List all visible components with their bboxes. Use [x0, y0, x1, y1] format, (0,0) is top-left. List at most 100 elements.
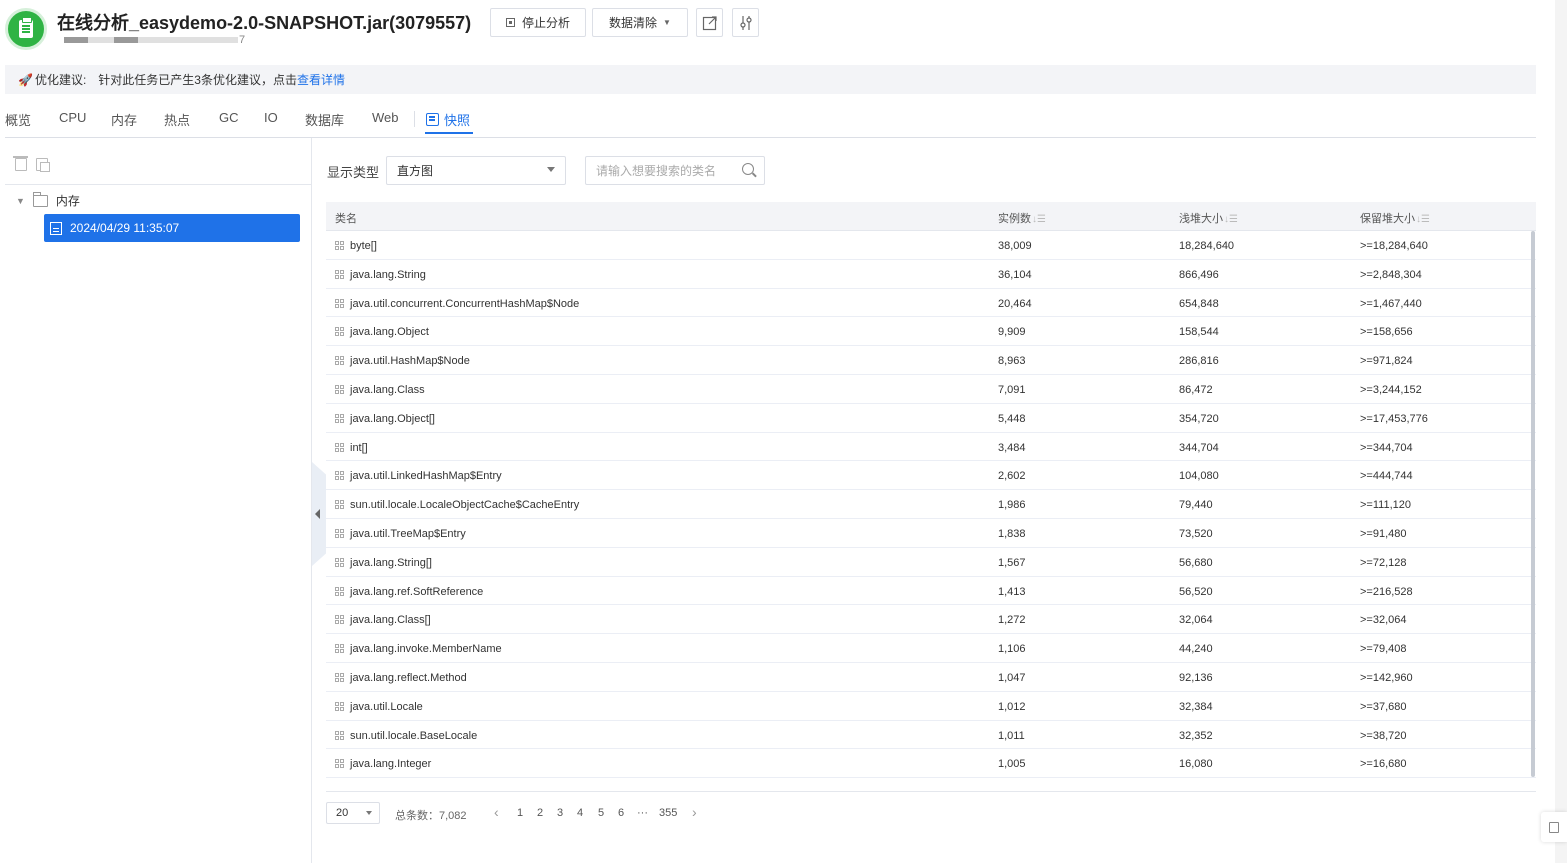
retained-heap-cell: >=18,284,640 [1360, 240, 1428, 252]
delete-icon[interactable] [13, 156, 28, 171]
table-row[interactable]: java.util.LinkedHashMap$Entry 2,602 104,08… [326, 461, 1536, 491]
table-row[interactable]: java.lang.Class[] 1,272 32,064 >=32,064 [326, 605, 1536, 635]
table-row[interactable]: java.lang.invoke.MemberName 1,106 44,240 >=… [326, 634, 1536, 663]
instances-cell: 1,838 [998, 527, 1026, 540]
class-name-cell: java.lang.invoke.MemberName [335, 643, 502, 655]
tree-node-memory[interactable]: ▼ 内存 [16, 191, 80, 209]
tab-gc[interactable]: GC [219, 110, 239, 125]
page-button[interactable]: 2 [537, 807, 543, 819]
page-ellipsis[interactable]: ··· [637, 807, 648, 819]
stop-analysis-label: 停止分析 [521, 16, 570, 30]
class-grid-icon [335, 701, 345, 712]
table-row[interactable]: java.lang.Object 9,909 158,544 >=158,656 [326, 317, 1536, 347]
table-row[interactable]: java.lang.Integer 1,005 16,080 >=16,680 [326, 749, 1536, 779]
tab-web[interactable]: Web [372, 110, 399, 125]
sort-icon[interactable]: ↓☰ [1224, 214, 1238, 225]
tab-memory[interactable]: 内存 [111, 110, 137, 129]
table-row[interactable]: java.lang.ref.SoftReference 1,413 56,520 >=… [326, 577, 1536, 606]
retained-heap-cell: >=971,824 [1360, 355, 1413, 368]
retained-heap-cell: >=111,120 [1360, 499, 1411, 512]
app-clipboard-icon [5, 8, 47, 50]
settings-button[interactable] [732, 8, 759, 37]
sort-icon[interactable]: ↓☰ [1416, 214, 1430, 225]
column-header-retained-heap[interactable]: 保留堆大小↓☰ [1360, 210, 1430, 226]
shallow-heap-cell: 354,720 [1179, 412, 1219, 425]
snapshot-tree-panel: ▼ 内存 2024/04/29 11:35:07 [0, 138, 312, 863]
page-button[interactable]: 4 [577, 807, 583, 819]
page-scrollbar[interactable] [1555, 0, 1567, 863]
next-page-icon[interactable]: › [692, 804, 697, 820]
tab-cpu[interactable]: CPU [59, 110, 86, 125]
view-details-link[interactable]: 查看详情 [297, 71, 345, 88]
table-row[interactable]: java.lang.Class 7,091 86,472 >=3,244,152 [326, 375, 1536, 404]
retained-heap-cell: >=38,720 [1360, 729, 1407, 742]
page-title: 在线分析_easydemo-2.0-SNAPSHOT.jar(3079557) [57, 13, 472, 33]
shallow-heap-cell: 344,704 [1179, 441, 1219, 454]
page-button[interactable]: 3 [557, 807, 563, 819]
table-row[interactable]: java.util.Locale 1,012 32,384 >=37,680 [326, 692, 1536, 721]
search-icon[interactable] [742, 163, 754, 175]
class-grid-icon [335, 241, 345, 251]
table-row[interactable]: java.lang.reflect.Method 1,047 92,136 >=142… [326, 663, 1536, 692]
table-row[interactable]: java.util.HashMap$Node 8,963 286,816 >=971,… [326, 346, 1536, 375]
tab-overview[interactable]: 概览 [5, 110, 31, 129]
instances-cell: 20,464 [998, 297, 1032, 310]
stop-analysis-button[interactable]: 停止分析 [490, 8, 586, 37]
class-name-cell: java.util.concurrent.ConcurrentHashMap$N… [335, 298, 579, 310]
sliders-icon [739, 15, 752, 30]
table-row[interactable]: java.lang.String 36,104 866,496 >=2,848,304 [326, 260, 1536, 289]
table-row[interactable]: sun.util.locale.BaseLocale 1,011 32,352 >=3… [326, 721, 1536, 750]
table-row[interactable]: java.lang.Object[] 5,448 354,720 >=17,453,7… [326, 404, 1536, 433]
table-row[interactable]: java.lang.String[] 1,567 56,680 >=72,128 [326, 548, 1536, 577]
instances-cell: 8,963 [998, 355, 1026, 368]
sort-icon[interactable]: ↓☰ [1032, 214, 1046, 225]
class-name-cell: java.util.TreeMap$Entry [335, 528, 466, 540]
table-row[interactable]: java.util.TreeMap$Entry 1,838 73,520 >=91,4… [326, 519, 1536, 548]
table-row[interactable]: sun.util.locale.LocaleObjectCache$CacheE… [326, 490, 1536, 519]
shallow-heap-cell: 79,440 [1179, 499, 1213, 512]
shallow-heap-cell: 56,680 [1179, 556, 1213, 569]
tab-database[interactable]: 数据库 [305, 110, 344, 129]
collapse-panel-handle[interactable] [312, 462, 326, 566]
table-row[interactable]: int[] 3,484 344,704 >=344,704 [326, 433, 1536, 462]
page-size-select[interactable]: 20 [326, 802, 380, 824]
instances-cell: 1,047 [998, 671, 1026, 684]
page-button[interactable]: 5 [598, 807, 604, 819]
column-header-class-name[interactable]: 类名 [335, 210, 357, 226]
chevron-down-icon [366, 811, 372, 815]
analysis-tabs: 概览 CPU 内存 热点 GC IO 数据库 Web 快照 [5, 104, 1536, 138]
tab-hotspot[interactable]: 热点 [164, 110, 190, 129]
display-type-select[interactable]: 直方图 [386, 156, 566, 185]
stop-icon [505, 18, 515, 27]
page-button[interactable]: 1 [517, 807, 523, 819]
prev-page-icon[interactable]: ‹ [494, 804, 499, 820]
column-header-instances[interactable]: 实例数↓☰ [998, 210, 1046, 226]
tree-item-snapshot[interactable]: 2024/04/29 11:35:07 [44, 214, 300, 242]
page-button[interactable]: 6 [618, 807, 624, 819]
page-subtitle: 7 [57, 34, 247, 48]
table-row[interactable]: byte[] 38,009 18,284,640 >=18,284,640 [326, 231, 1536, 260]
feedback-button[interactable] [1541, 812, 1567, 842]
class-search-input[interactable] [585, 156, 765, 185]
expand-arrow-icon[interactable]: ▼ [16, 196, 25, 206]
copy-icon[interactable] [36, 158, 50, 172]
instances-cell: 1,986 [998, 499, 1026, 512]
column-header-shallow-heap[interactable]: 浅堆大小↓☰ [1179, 210, 1238, 226]
share-button[interactable] [696, 8, 723, 37]
data-clear-dropdown[interactable]: 数据清除 ▼ [592, 8, 688, 37]
retained-heap-cell: >=72,128 [1360, 556, 1407, 569]
shallow-heap-cell: 44,240 [1179, 643, 1213, 656]
table-scrollbar[interactable] [1531, 231, 1535, 777]
instances-cell: 1,567 [998, 556, 1026, 569]
tree-node-label: 内存 [55, 194, 80, 208]
instances-cell: 38,009 [998, 240, 1032, 252]
tab-snapshot[interactable]: 快照 [426, 110, 470, 129]
shallow-heap-cell: 16,080 [1179, 758, 1213, 771]
retained-heap-cell: >=79,408 [1360, 643, 1407, 656]
page-button[interactable]: 355 [659, 807, 677, 819]
tab-io[interactable]: IO [264, 110, 278, 125]
retained-heap-cell: >=142,960 [1360, 671, 1413, 684]
retained-heap-cell: >=37,680 [1360, 700, 1407, 713]
retained-heap-cell: >=32,064 [1360, 614, 1407, 627]
table-row[interactable]: java.util.concurrent.ConcurrentHashMap$N… [326, 289, 1536, 318]
